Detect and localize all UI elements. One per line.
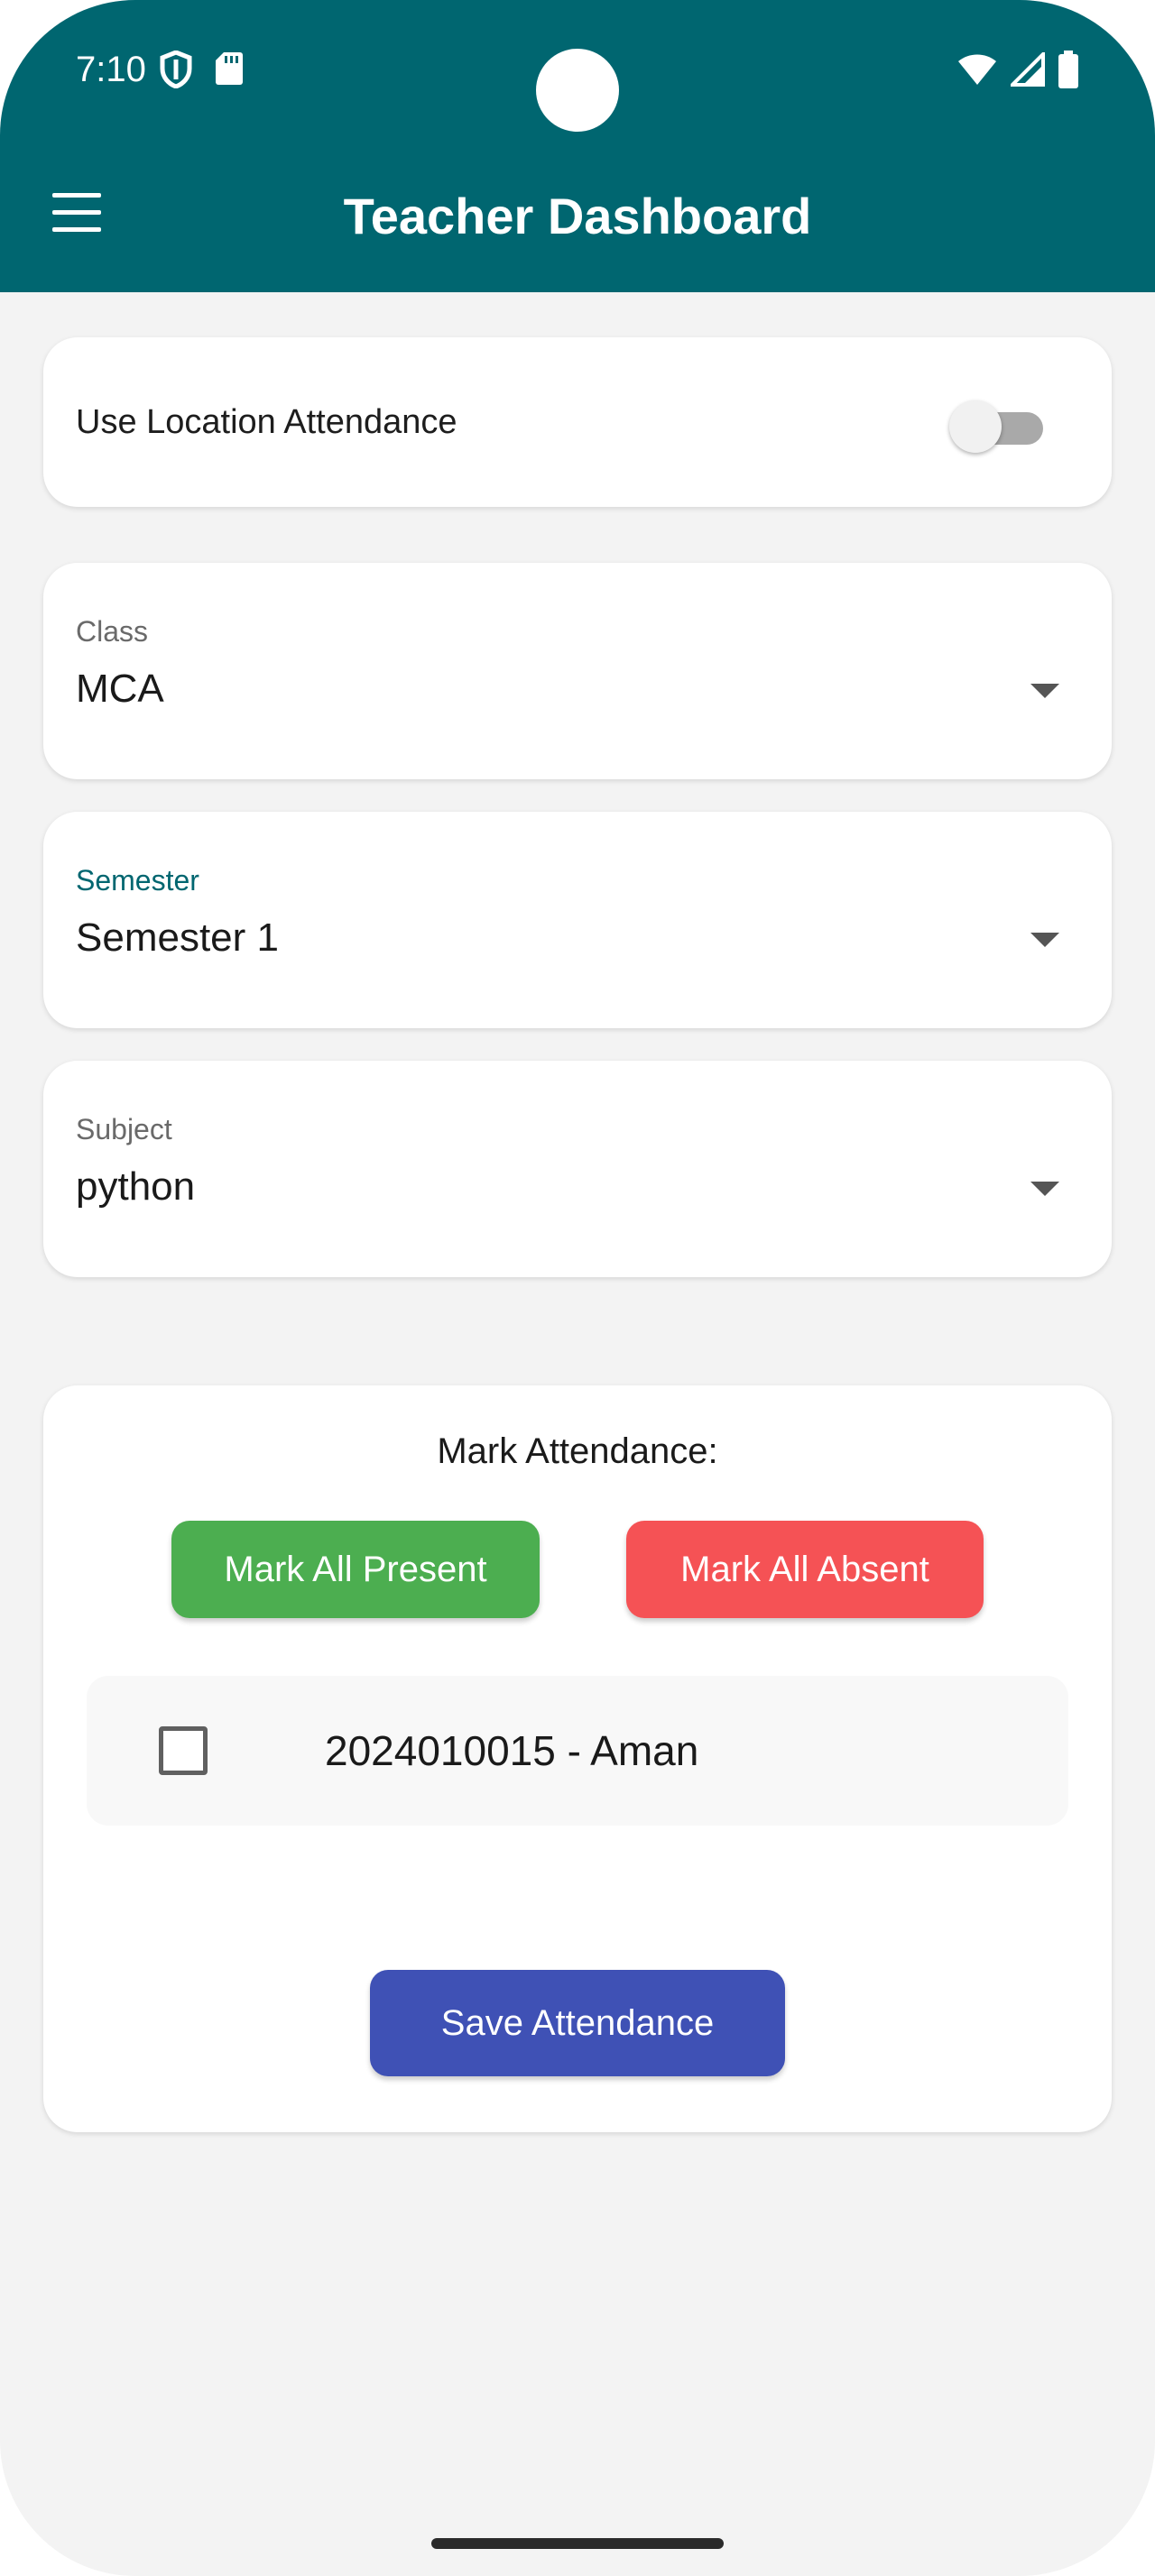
- shield-icon: [159, 50, 193, 93]
- save-attendance-button[interactable]: Save Attendance: [370, 1970, 785, 2076]
- semester-dropdown[interactable]: Semester Semester 1: [43, 812, 1112, 1028]
- location-attendance-label: Use Location Attendance: [76, 403, 457, 441]
- app-bar: 7:10 Teacher Dashboard: [0, 0, 1155, 292]
- subject-dropdown[interactable]: Subject python: [43, 1061, 1112, 1277]
- mark-all-absent-button[interactable]: Mark All Absent: [626, 1521, 984, 1618]
- mark-all-present-button[interactable]: Mark All Present: [171, 1521, 540, 1618]
- battery-icon: [1058, 51, 1079, 93]
- switch-thumb: [949, 400, 1002, 453]
- semester-value: Semester 1: [76, 915, 279, 960]
- camera-cutout: [536, 49, 619, 132]
- semester-label: Semester: [76, 864, 199, 897]
- status-right-icons: [956, 50, 1079, 93]
- subject-value: python: [76, 1164, 196, 1209]
- class-dropdown[interactable]: Class MCA: [43, 563, 1112, 779]
- status-left-icons: [159, 50, 244, 93]
- chevron-down-icon: [1030, 1182, 1059, 1196]
- chevron-down-icon: [1030, 684, 1059, 698]
- class-label: Class: [76, 615, 149, 648]
- class-value: MCA: [76, 667, 164, 711]
- page-title: Teacher Dashboard: [343, 188, 812, 244]
- student-label: 2024010015 - Aman: [325, 1727, 699, 1774]
- student-row[interactable]: 2024010015 - Aman: [87, 1676, 1068, 1826]
- location-attendance-switch[interactable]: [949, 400, 1043, 453]
- location-attendance-card: Use Location Attendance: [43, 337, 1112, 507]
- chevron-down-icon: [1030, 933, 1059, 947]
- student-checkbox[interactable]: [159, 1726, 208, 1775]
- signal-icon: [1008, 50, 1045, 91]
- status-time: 7:10: [76, 50, 146, 89]
- attendance-card: Mark Attendance: Mark All Present Mark A…: [43, 1385, 1112, 2132]
- attendance-title: Mark Attendance:: [437, 1431, 718, 1471]
- phone-screen: 7:10 Teacher Dashboard Use Location Atte…: [0, 0, 1155, 2576]
- home-indicator[interactable]: [431, 2538, 724, 2549]
- wifi-icon: [956, 52, 998, 91]
- subject-label: Subject: [76, 1113, 172, 1145]
- sd-card-icon: [215, 51, 244, 93]
